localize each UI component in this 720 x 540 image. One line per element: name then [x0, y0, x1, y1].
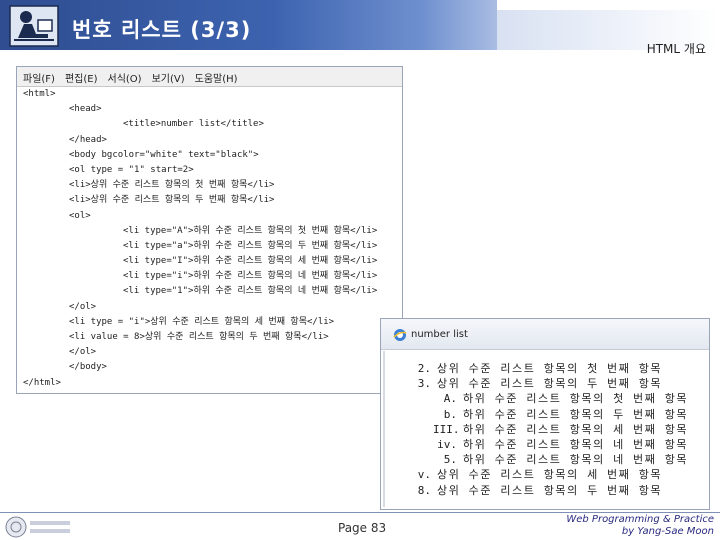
- credit-line-2: by Yang-Sae Moon: [621, 526, 714, 537]
- list-marker: v.: [417, 468, 431, 482]
- notepad-window: 파일(F) 편집(E) 서식(O) 보기(V) 도움말(H) <html> <head> <…: [16, 66, 403, 394]
- code-line: <body bgcolor="white" text="black">: [69, 149, 259, 160]
- list-item-text: 상위 수준 리스트 항목의 두 번째 항목: [437, 377, 663, 391]
- page-number: Page 83: [338, 521, 387, 535]
- list-item-text: 하위 수준 리스트 항목의 첫 번째 항목: [463, 392, 689, 406]
- list-marker: b.: [443, 407, 457, 421]
- code-line: <li type="a">하위 수준 리스트 항목의 두 번째 항목</li>: [123, 240, 378, 251]
- code-line: <head>: [69, 104, 102, 115]
- person-at-computer-icon: [9, 5, 59, 47]
- code-line: </body>: [69, 362, 107, 373]
- menu-file[interactable]: 파일(F): [23, 70, 55, 85]
- page-title: 번호 리스트 (3/3): [72, 18, 252, 42]
- code-line: <li type = "i">상위 수준 리스트 항목의 세 번째 항목</li…: [69, 316, 335, 327]
- list-item-text: 하위 수준 리스트 항목의 두 번째 항목: [463, 407, 689, 421]
- code-line: <html>: [23, 89, 56, 99]
- code-line: </ol>: [69, 301, 97, 312]
- code-line: <li type="1">하위 수준 리스트 항목의 네 번째 항목</li>: [123, 286, 378, 297]
- list-item-text: 상위 수준 리스트 항목의 첫 번째 항목: [437, 362, 663, 375]
- list-marker: 3.: [417, 377, 431, 391]
- list-marker: iv.: [437, 437, 457, 451]
- section-label: HTML 개요: [646, 42, 706, 56]
- menu-format[interactable]: 서식(O): [108, 70, 142, 85]
- list-marker: A.: [443, 392, 457, 406]
- list-item-text: 상위 수준 리스트 항목의 두 번째 항목: [437, 483, 663, 497]
- list-marker: 8.: [417, 483, 431, 497]
- code-line: </html>: [23, 377, 61, 388]
- menu-edit[interactable]: 편집(E): [65, 70, 98, 85]
- code-line: <li>상위 수준 리스트 항목의 첫 번째 항목</li>: [69, 180, 275, 191]
- menu-view[interactable]: 보기(V): [152, 70, 185, 85]
- code-line: <li>상위 수준 리스트 항목의 두 번째 항목</li>: [69, 195, 275, 206]
- notepad-menubar: 파일(F) 편집(E) 서식(O) 보기(V) 도움말(H): [17, 67, 402, 87]
- list-item-text: 하위 수준 리스트 항목의 네 번째 항목: [463, 453, 689, 467]
- list-marker: 5.: [443, 453, 457, 467]
- code-line: <li value = 8>상위 수준 리스트 항목의 두 번째 항목</li>: [69, 332, 329, 342]
- code-line: <ol>: [69, 210, 91, 221]
- university-logo: [5, 516, 70, 538]
- list-item-text: 하위 수준 리스트 항목의 세 번째 항목: [463, 422, 689, 436]
- browser-tab-bar: number list: [381, 319, 709, 350]
- list-item-text: 상위 수준 리스트 항목의 세 번째 항목: [437, 468, 663, 482]
- browser-tab-title[interactable]: number list: [411, 329, 468, 340]
- code-line: <li type="i">하위 수준 리스트 항목의 네 번째 항목</li>: [123, 271, 378, 282]
- internet-explorer-icon: [393, 329, 407, 341]
- menu-help[interactable]: 도움말(H): [195, 70, 238, 85]
- footer-divider: [0, 512, 720, 513]
- notepad-text-area[interactable]: <html> <head> <title>number list</title> </…: [23, 87, 397, 391]
- code-line: </ol>: [69, 347, 97, 358]
- credit-line-1: Web Programming & Practice: [566, 514, 714, 525]
- code-line: <li type="A">하위 수준 리스트 항목의 첫 번째 항목</li>: [123, 225, 378, 236]
- code-line: </head>: [69, 134, 107, 145]
- list-marker: III.: [433, 422, 460, 436]
- browser-window: number list 2. 상위 수준 리스트 항목의 첫 번째 항목 3. 상위 …: [380, 318, 710, 510]
- code-line: <title>number list</title>: [123, 119, 264, 130]
- code-line: <ol type = "1" start=2>: [69, 164, 194, 175]
- browser-content: 2. 상위 수준 리스트 항목의 첫 번째 항목 3. 상위 수준 리스트 항목의 두…: [383, 351, 709, 507]
- credit: Web Programming & Practice by Yang-Sae M…: [566, 514, 714, 538]
- list-item-text: 하위 수준 리스트 항목의 네 번째 항목: [463, 437, 689, 451]
- list-marker: 2.: [417, 362, 431, 375]
- code-line: <li type="I">하위 수준 리스트 항목의 세 번째 항목</li>: [123, 256, 378, 267]
